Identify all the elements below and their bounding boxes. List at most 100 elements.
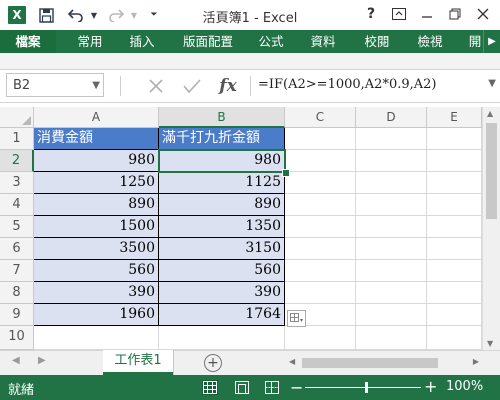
ribbon-display-icon[interactable] (385, 3, 413, 25)
normal-view-icon[interactable] (202, 380, 218, 395)
cell-b2[interactable]: 980 (159, 150, 285, 172)
row-header-9[interactable]: 9 (0, 304, 34, 326)
cell-e1[interactable] (427, 128, 482, 150)
cell-e6[interactable] (427, 238, 482, 260)
page-break-preview-icon[interactable] (264, 380, 280, 395)
cell-e3[interactable] (427, 172, 482, 194)
row-header-1[interactable]: 1 (0, 128, 34, 150)
cell-e7[interactable] (427, 260, 482, 282)
cell-d9[interactable] (356, 304, 427, 326)
tab-review[interactable]: 校閱 (359, 30, 395, 53)
select-all-button[interactable] (0, 107, 34, 128)
tab-view[interactable]: 檢視 (412, 30, 448, 53)
sheet-next-icon[interactable]: ▶ (38, 355, 46, 366)
cell-c7[interactable] (285, 260, 356, 282)
minimize-icon[interactable] (413, 3, 441, 25)
cell-d6[interactable] (356, 238, 427, 260)
column-header-e[interactable]: E (427, 107, 482, 128)
cell-c5[interactable] (285, 216, 356, 238)
cell-e2[interactable] (427, 150, 482, 172)
cell-c10[interactable] (285, 326, 356, 350)
vertical-scroll-thumb[interactable] (486, 123, 497, 219)
tab-developer[interactable]: 開 (465, 30, 485, 53)
tab-page-layout[interactable]: 版面配置 (174, 30, 242, 53)
auto-fill-options-icon[interactable] (287, 310, 306, 327)
cell-d4[interactable] (356, 194, 427, 216)
scroll-down-icon[interactable]: ▼ (487, 339, 493, 348)
cell-c2[interactable] (285, 150, 356, 172)
cell-e9[interactable] (427, 304, 482, 326)
cell-b5[interactable]: 1350 (159, 216, 285, 238)
cell-b1[interactable]: 滿千打九折金額 (159, 128, 285, 150)
cell-a5[interactable]: 1500 (34, 216, 159, 238)
row-header-10[interactable]: 10 (0, 326, 34, 350)
scroll-right-icon[interactable]: ▶ (473, 357, 479, 366)
cell-e5[interactable] (427, 216, 482, 238)
cell-a6[interactable]: 3500 (34, 238, 159, 260)
page-layout-view-icon[interactable] (234, 380, 250, 395)
ribbon-scroll-right-icon[interactable]: ▶ (483, 30, 500, 53)
zoom-in-button[interactable]: + (424, 377, 437, 396)
row-header-8[interactable]: 8 (0, 282, 34, 304)
tab-insert[interactable]: 插入 (124, 30, 160, 53)
zoom-slider-thumb[interactable] (365, 382, 368, 393)
cell-d8[interactable] (356, 282, 427, 304)
cell-e10[interactable] (427, 326, 482, 350)
cell-c6[interactable] (285, 238, 356, 260)
fill-handle[interactable] (282, 169, 290, 177)
tab-home[interactable]: 常用 (72, 30, 108, 53)
scroll-left-icon[interactable]: ◀ (289, 357, 295, 366)
cell-a10[interactable] (34, 326, 159, 350)
restore-icon[interactable] (441, 3, 469, 25)
scroll-up-icon[interactable]: ▲ (487, 109, 493, 118)
zoom-level[interactable]: 100% (446, 379, 483, 394)
tab-file[interactable]: 檔案 (0, 30, 56, 53)
chevron-down-icon[interactable]: ▼ (92, 74, 100, 98)
cell-b10[interactable] (159, 326, 285, 350)
cell-c8[interactable] (285, 282, 356, 304)
cell-d1[interactable] (356, 128, 427, 150)
horizontal-scrollbar[interactable]: ◀ ▶ (286, 355, 482, 371)
tab-formulas[interactable]: 公式 (253, 30, 289, 53)
zoom-slider[interactable] (305, 387, 421, 388)
cell-c4[interactable] (285, 194, 356, 216)
cell-d7[interactable] (356, 260, 427, 282)
close-icon[interactable] (469, 3, 497, 25)
column-header-c[interactable]: C (285, 107, 356, 128)
column-header-d[interactable]: D (356, 107, 427, 128)
cell-b4[interactable]: 890 (159, 194, 285, 216)
vertical-scrollbar[interactable]: ▲ ▼ (482, 107, 500, 350)
tab-data[interactable]: 資料 (305, 30, 341, 53)
sheet-prev-icon[interactable]: ◀ (12, 355, 20, 366)
confirm-entry-icon[interactable] (180, 74, 204, 98)
cell-a1[interactable]: 消費金額 (34, 128, 159, 150)
column-header-b[interactable]: B (159, 107, 285, 128)
formula-input[interactable]: =IF(A2>=1000,A2*0.9,A2) (258, 73, 470, 97)
cell-d10[interactable] (356, 326, 427, 350)
cell-e8[interactable] (427, 282, 482, 304)
cell-d5[interactable] (356, 216, 427, 238)
horizontal-scroll-thumb[interactable] (302, 358, 438, 368)
column-header-a[interactable]: A (34, 107, 159, 128)
cell-b3[interactable]: 1125 (159, 172, 285, 194)
cell-d3[interactable] (356, 172, 427, 194)
cell-b7[interactable]: 560 (159, 260, 285, 282)
row-header-6[interactable]: 6 (0, 238, 34, 260)
cell-c1[interactable] (285, 128, 356, 150)
help-icon[interactable]: ? (357, 3, 385, 25)
insert-function-button[interactable]: fx (216, 74, 240, 98)
zoom-out-button[interactable]: − (290, 378, 303, 397)
cell-a9[interactable]: 1960 (34, 304, 159, 326)
cell-e4[interactable] (427, 194, 482, 216)
cell-a2[interactable]: 980 (34, 150, 159, 172)
cell-b9[interactable]: 1764 (159, 304, 285, 326)
add-sheet-icon[interactable]: + (204, 354, 222, 372)
cell-d2[interactable] (356, 150, 427, 172)
cell-a3[interactable]: 1250 (34, 172, 159, 194)
expand-formula-bar-icon[interactable]: ▼ (488, 78, 496, 89)
cancel-entry-icon[interactable] (144, 74, 168, 98)
cell-a4[interactable]: 890 (34, 194, 159, 216)
name-box[interactable]: B2 ▼ (6, 73, 104, 97)
row-header-7[interactable]: 7 (0, 260, 34, 282)
row-header-4[interactable]: 4 (0, 194, 34, 216)
